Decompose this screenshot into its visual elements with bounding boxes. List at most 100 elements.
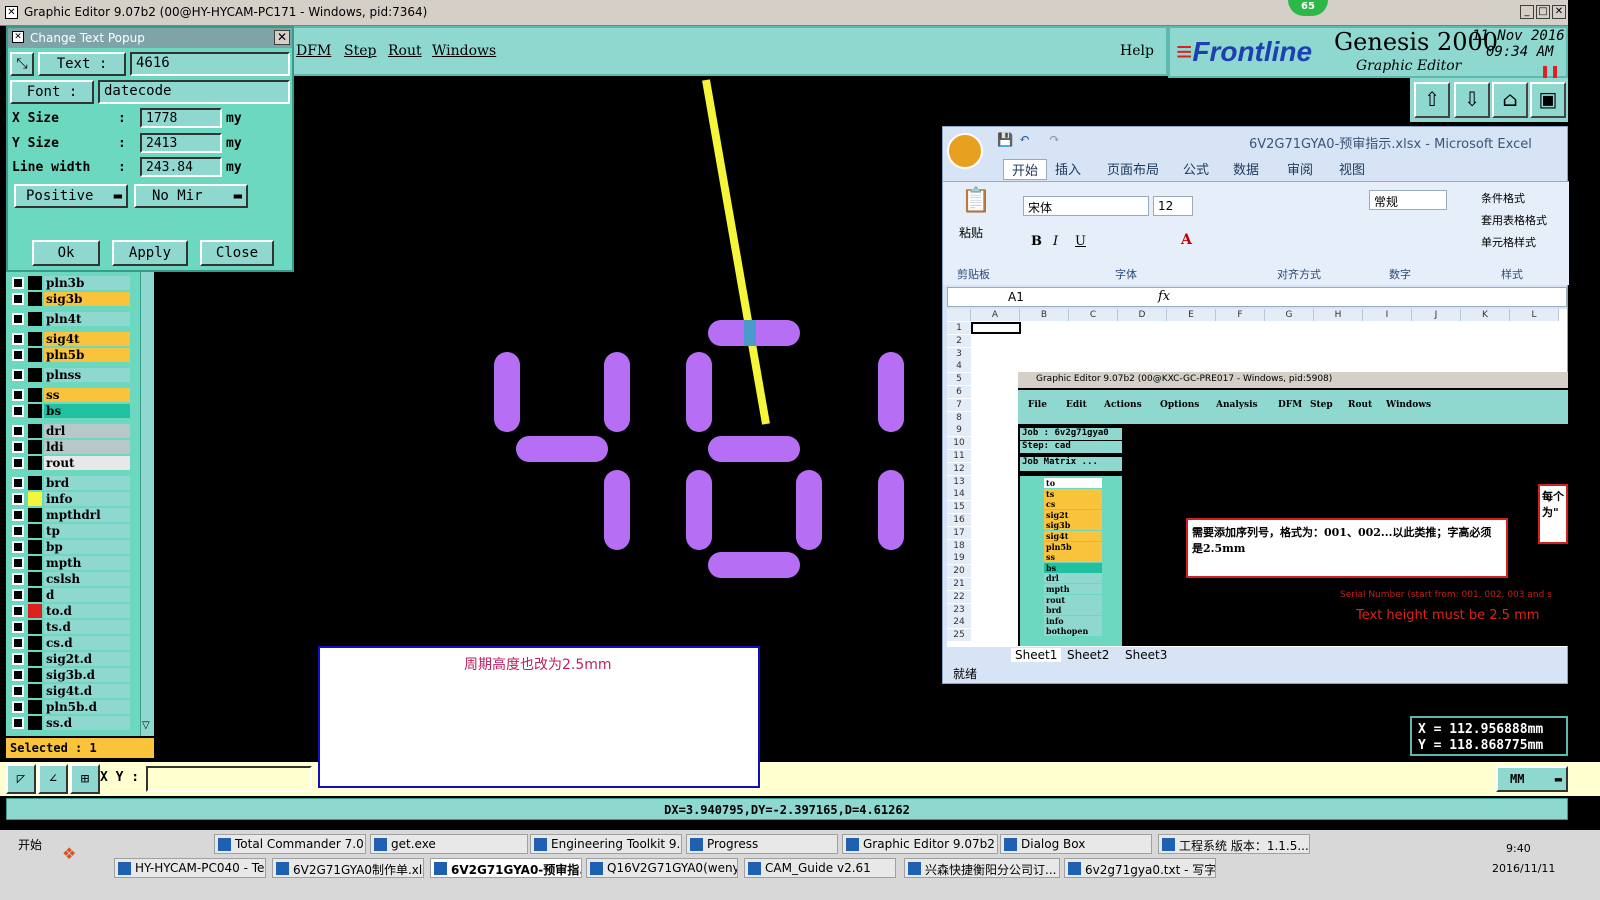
layer-row[interactable]: tp xyxy=(6,524,130,538)
layer-row[interactable]: rout xyxy=(6,456,130,470)
active-cell[interactable] xyxy=(971,322,1021,334)
layer-checkbox[interactable] xyxy=(12,605,24,617)
layer-row[interactable]: ldi xyxy=(6,440,130,454)
layer-row[interactable]: drl xyxy=(6,424,130,438)
layer-checkbox[interactable] xyxy=(12,637,24,649)
layer-checkbox[interactable] xyxy=(12,701,24,713)
column-header[interactable]: F xyxy=(1216,309,1265,321)
layer-checkbox[interactable] xyxy=(12,509,24,521)
tab-data[interactable]: 数据 xyxy=(1233,159,1259,178)
row-header[interactable]: 8 xyxy=(947,411,971,424)
layer-row[interactable]: sig4t.d xyxy=(6,684,130,698)
row-header[interactable]: 24 xyxy=(947,616,971,629)
tab-page-layout[interactable]: 页面布局 xyxy=(1107,159,1159,178)
xy-input[interactable] xyxy=(146,766,312,792)
taskbar-item[interactable]: Graphic Editor 9.07b2 (0... xyxy=(842,834,998,854)
number-format-select[interactable]: 常规 xyxy=(1369,190,1447,210)
undo-icon[interactable]: ↶ xyxy=(1019,132,1030,147)
row-header[interactable]: 16 xyxy=(947,514,971,526)
layer-name[interactable]: ts.d xyxy=(44,620,130,634)
row-header[interactable]: 13 xyxy=(947,475,971,488)
layer-name[interactable]: plnss xyxy=(44,368,130,382)
taskbar-item[interactable]: 6V2G71GYA0制作单.xls ... xyxy=(272,858,424,878)
underline-icon[interactable]: U xyxy=(1075,234,1086,249)
layer-row[interactable]: info xyxy=(6,492,130,506)
layer-checkbox[interactable] xyxy=(12,293,24,305)
italic-icon[interactable]: I xyxy=(1053,234,1058,249)
text-button[interactable]: Text : xyxy=(38,52,126,76)
font-select[interactable]: 宋体 xyxy=(1023,196,1149,216)
tab-view[interactable]: 视图 xyxy=(1339,159,1365,178)
layer-name[interactable]: sig3b xyxy=(44,292,130,306)
tab-home[interactable]: 开始 xyxy=(1003,159,1048,180)
column-header[interactable]: J xyxy=(1412,309,1461,321)
text-input[interactable]: 4616 xyxy=(130,52,290,76)
layer-row[interactable]: to.d xyxy=(6,604,130,618)
column-header[interactable]: K xyxy=(1461,309,1510,321)
layer-checkbox[interactable] xyxy=(12,589,24,601)
layer-checkbox[interactable] xyxy=(12,541,24,553)
select-arrow-icon[interactable]: ⤡ xyxy=(10,52,34,76)
layer-checkbox[interactable] xyxy=(12,653,24,665)
scroll-down-icon[interactable]: ▽ xyxy=(142,720,150,731)
layer-checkbox[interactable] xyxy=(12,717,24,729)
column-header[interactable]: B xyxy=(1020,309,1069,321)
layer-checkbox[interactable] xyxy=(12,669,24,681)
polarity-select[interactable]: Positive ▬ xyxy=(14,184,128,208)
layer-name[interactable]: ldi xyxy=(44,440,130,454)
redo-icon[interactable]: ↷ xyxy=(1049,132,1060,147)
taskbar-item[interactable]: CAM_Guide v2.61 xyxy=(744,858,896,878)
layer-checkbox[interactable] xyxy=(12,333,24,345)
layer-row[interactable]: sig3b.d xyxy=(6,668,130,682)
layer-checkbox[interactable] xyxy=(12,425,24,437)
row-header[interactable]: 5 xyxy=(947,373,971,386)
layer-checkbox[interactable] xyxy=(12,405,24,417)
layer-name[interactable]: brd xyxy=(44,476,130,490)
layer-row[interactable]: sig4t xyxy=(6,332,130,346)
taskbar-item[interactable]: Total Commander 7.0 pu... xyxy=(214,834,366,854)
layer-row[interactable]: sig3b xyxy=(6,292,130,306)
style-conditional[interactable]: 条件格式 xyxy=(1481,190,1525,206)
layer-name[interactable]: bp xyxy=(44,540,130,554)
fx-icon[interactable]: fx xyxy=(1158,289,1170,304)
row-header[interactable]: 21 xyxy=(947,578,971,590)
row-header[interactable]: 12 xyxy=(947,462,971,475)
layer-name[interactable]: rout xyxy=(44,456,130,470)
layer-name[interactable]: sig4t xyxy=(44,332,130,346)
style-cell[interactable]: 单元格样式 xyxy=(1481,234,1536,250)
tab-insert[interactable]: 插入 xyxy=(1055,159,1081,178)
mirror-select[interactable]: No Mir ▬ xyxy=(134,184,248,208)
row-header[interactable]: 14 xyxy=(947,488,971,501)
layer-row[interactable]: pln5b.d xyxy=(6,700,130,714)
row-header[interactable]: 18 xyxy=(947,539,971,552)
layer-row[interactable]: pln3b xyxy=(6,276,130,290)
xsize-input[interactable]: 1778 xyxy=(140,108,222,128)
ok-button[interactable]: Ok xyxy=(32,240,100,266)
layer-row[interactable]: ts.d xyxy=(6,620,130,634)
layer-scrollbar[interactable]: ▽ xyxy=(140,272,154,736)
row-header[interactable]: 9 xyxy=(947,424,971,437)
row-header[interactable]: 20 xyxy=(947,565,971,578)
layer-name[interactable]: pln5b.d xyxy=(44,700,130,714)
linewidth-input[interactable]: 243.84 xyxy=(140,157,222,177)
layer-name[interactable]: d xyxy=(44,588,130,602)
row-header[interactable]: 17 xyxy=(947,526,971,539)
layer-name[interactable]: pln4t xyxy=(44,312,130,326)
layer-row[interactable]: brd xyxy=(6,476,130,490)
layer-checkbox[interactable] xyxy=(12,441,24,453)
layer-row[interactable]: sig2t.d xyxy=(6,652,130,666)
font-input[interactable]: datecode xyxy=(98,80,290,104)
layer-name[interactable]: mpthdrl xyxy=(44,508,130,522)
layer-row[interactable]: cs.d xyxy=(6,636,130,650)
taskbar-item[interactable]: 6v2g71gya0.txt - 写字板 xyxy=(1064,858,1216,878)
name-box[interactable]: A1 xyxy=(1008,290,1024,304)
units-select[interactable]: MM ▬ xyxy=(1496,766,1568,792)
layer-row[interactable]: bp xyxy=(6,540,130,554)
style-table[interactable]: 套用表格格式 xyxy=(1481,212,1547,228)
layer-row[interactable]: plnss xyxy=(6,368,130,382)
column-header[interactable]: E xyxy=(1167,309,1216,321)
tab-review[interactable]: 审阅 xyxy=(1287,159,1313,178)
taskbar-item[interactable]: Progress xyxy=(686,834,838,854)
row-header[interactable]: 2 xyxy=(947,334,971,347)
row-header[interactable]: 25 xyxy=(947,629,971,642)
